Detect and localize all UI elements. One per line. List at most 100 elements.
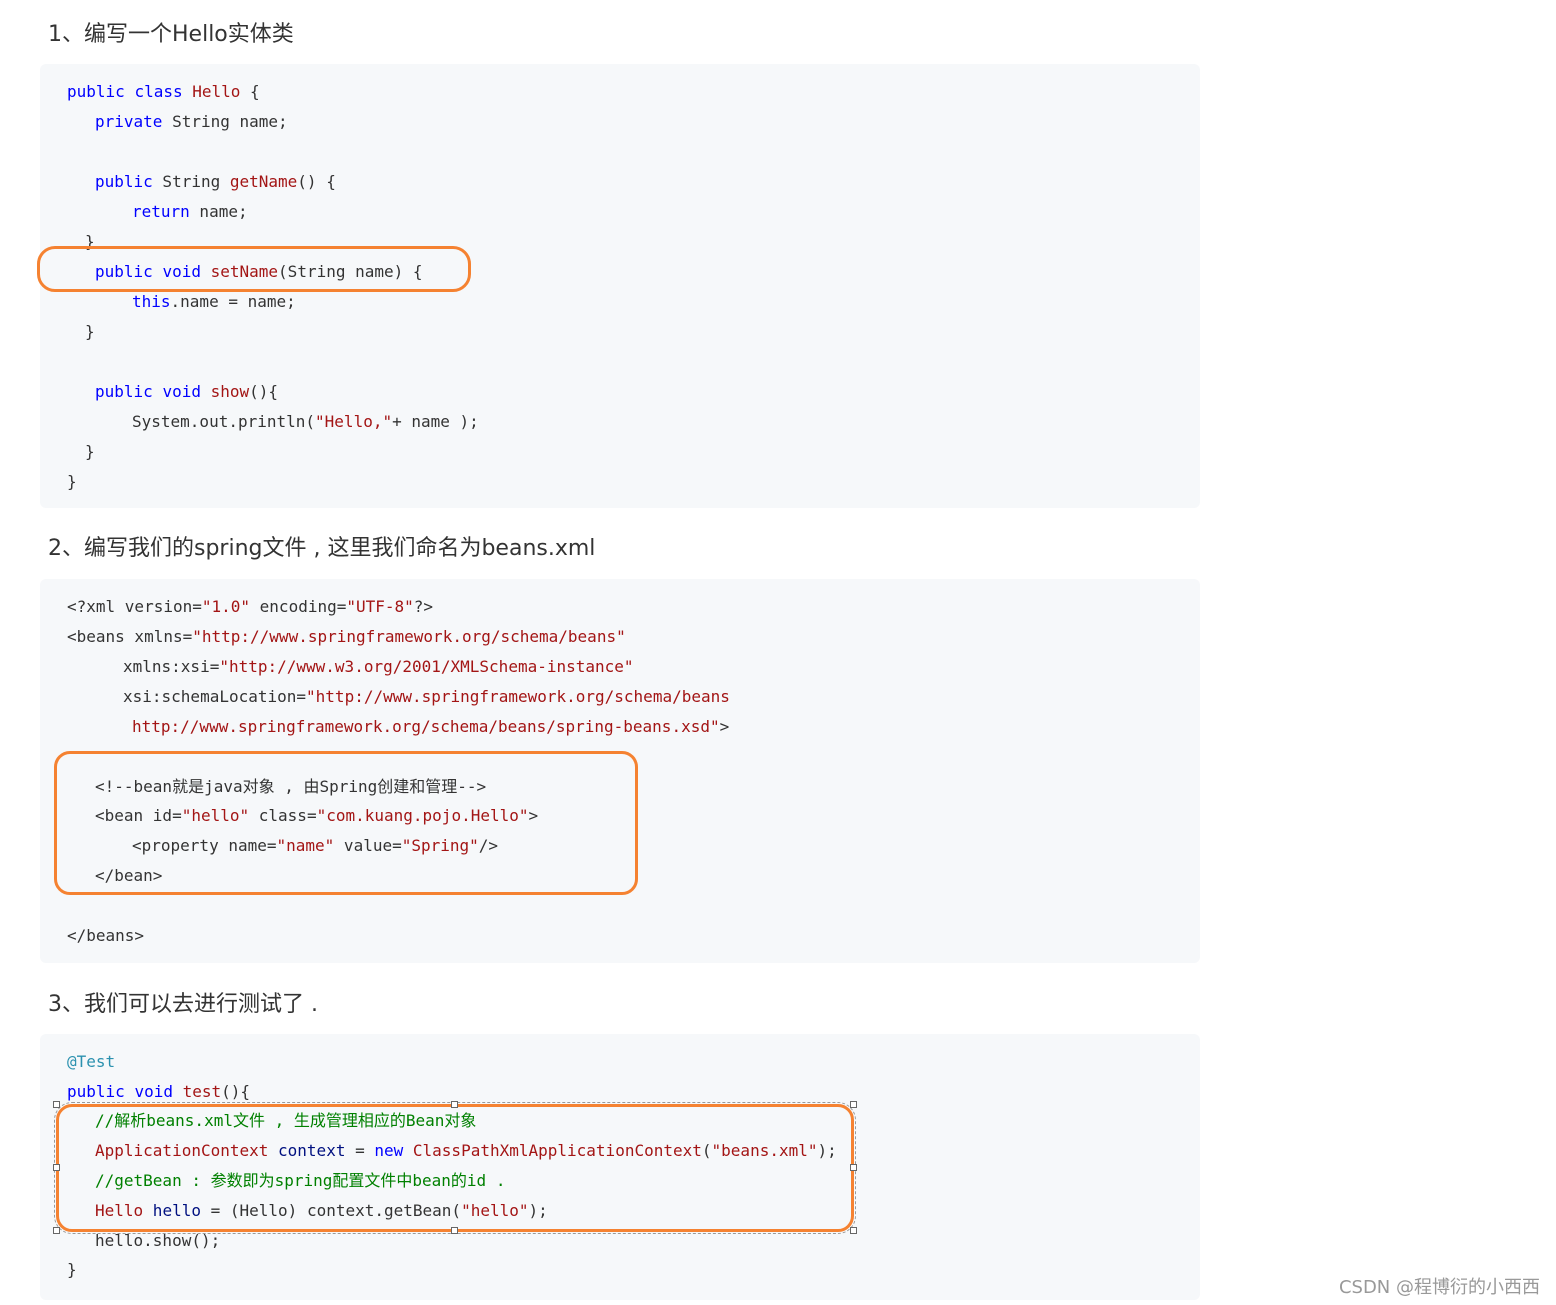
code-line: Hello hello = (Hello) context.getBean("h… <box>67 1201 548 1221</box>
code-text: = <box>345 1141 375 1160</box>
code-line: <?xml version="1.0" encoding="UTF-8"?> <box>67 597 433 617</box>
keyword: return <box>132 202 190 221</box>
keyword: public <box>95 172 153 191</box>
keyword: void <box>134 1082 173 1101</box>
code-text: <?xml version= <box>67 597 202 616</box>
resize-handle[interactable] <box>53 1227 60 1234</box>
string-literal: "http://www.springframework.org/schema/b… <box>192 627 626 646</box>
code-line: @Test <box>67 1052 115 1072</box>
code-line: </bean> <box>67 866 162 886</box>
code-line: public void setName(String name) { <box>67 262 423 282</box>
resize-handle[interactable] <box>53 1164 60 1171</box>
code-text: System.out.println( <box>132 412 316 431</box>
code-line: <!--bean就是java对象 , 由Spring创建和管理--> <box>67 777 486 797</box>
code-text: class= <box>249 806 317 825</box>
code-line: this.name = name; <box>67 292 296 312</box>
code-text: </bean> <box>95 866 163 885</box>
keyword: public <box>95 382 153 401</box>
code-text: (){ <box>249 382 279 401</box>
code-text: hello.show(); <box>95 1231 221 1250</box>
code-line: } <box>67 472 77 492</box>
method-name: show <box>210 382 250 401</box>
code-line: return name; <box>67 202 248 222</box>
code-text: String <box>152 172 230 191</box>
resize-handle[interactable] <box>53 1101 60 1108</box>
code-block-hello-class: public class Hello { private String name… <box>40 64 1200 508</box>
string-literal: "http://www.springframework.org/schema/b… <box>306 687 730 706</box>
code-block-test: @Test public void test(){ //解析beans.xml文… <box>40 1034 1200 1300</box>
code-text: name; <box>189 202 248 221</box>
resize-handle[interactable] <box>451 1227 458 1234</box>
code-line: http://www.springframework.org/schema/be… <box>67 717 729 737</box>
type-name: ClassPathXmlApplicationContext <box>403 1141 702 1160</box>
method-name: setName <box>210 262 279 281</box>
code-text: ); <box>817 1141 837 1160</box>
code-text: </beans> <box>67 926 145 945</box>
keyword: this <box>132 292 171 311</box>
string-literal: "http://www.w3.org/2001/XMLSchema-instan… <box>219 657 634 676</box>
code-line: } <box>67 442 95 462</box>
heading-step3: 3、我们可以去进行测试了 . <box>48 992 318 1017</box>
string-literal: "hello" <box>461 1201 529 1220</box>
code-comment: //解析beans.xml文件 , 生成管理相应的Bean对象 <box>95 1111 477 1130</box>
resize-handle[interactable] <box>850 1227 857 1234</box>
keyword: public <box>67 1082 125 1101</box>
heading-step1: 1、编写一个Hello实体类 <box>48 22 294 47</box>
code-line: //解析beans.xml文件 , 生成管理相应的Bean对象 <box>67 1111 476 1131</box>
code-text: encoding= <box>250 597 347 616</box>
code-text: ); <box>528 1201 548 1220</box>
code-text: String name; <box>162 112 288 131</box>
code-line: } <box>67 322 95 342</box>
keyword: void <box>162 382 201 401</box>
code-line: ApplicationContext context = new ClassPa… <box>67 1141 837 1161</box>
annotation: @Test <box>67 1052 116 1071</box>
code-text: /> <box>478 836 499 855</box>
code-line: </beans> <box>67 926 144 946</box>
code-line: public String getName() { <box>67 172 336 192</box>
keyword: void <box>162 262 201 281</box>
string-literal: "Spring" <box>401 836 479 855</box>
code-text: xsi:schemaLocation= <box>123 687 307 706</box>
variable-name: hello <box>143 1201 201 1220</box>
code-text: value= <box>334 836 402 855</box>
code-text: (){ <box>221 1082 251 1101</box>
code-line: xmlns:xsi="http://www.w3.org/2001/XMLSch… <box>67 657 634 677</box>
class-name: Hello <box>192 82 241 101</box>
code-text: } <box>85 442 95 461</box>
code-line: public void test(){ <box>67 1082 250 1102</box>
code-text: } <box>85 232 95 251</box>
variable-name: context <box>268 1141 346 1160</box>
method-name: test <box>182 1082 222 1101</box>
code-block-beans-xml: <?xml version="1.0" encoding="UTF-8"?> <… <box>40 579 1200 963</box>
code-text: xmlns:xsi= <box>123 657 220 676</box>
code-line: xsi:schemaLocation="http://www.springfra… <box>67 687 730 707</box>
string-literal: "hello" <box>181 806 250 825</box>
code-text: } <box>67 472 77 491</box>
code-line: } <box>67 1260 77 1280</box>
method-name: getName <box>229 172 298 191</box>
resize-handle[interactable] <box>850 1164 857 1171</box>
code-text: <bean id= <box>95 806 182 825</box>
code-line: System.out.println("Hello,"+ name ); <box>67 412 479 432</box>
string-literal: "name" <box>276 836 335 855</box>
code-text: (Hello) context.getBean( <box>229 1201 462 1220</box>
type-name: Hello <box>95 1201 144 1220</box>
code-line: <beans xmlns="http://www.springframework… <box>67 627 626 647</box>
code-text: { <box>240 82 260 101</box>
string-literal: "1.0" <box>201 597 251 616</box>
code-line: public void show(){ <box>67 382 278 402</box>
code-comment: //getBean : 参数即为spring配置文件中bean的id . <box>95 1171 506 1190</box>
code-text: <beans xmlns= <box>67 627 193 646</box>
string-literal: http://www.springframework.org/schema/be… <box>132 717 720 736</box>
code-text: ?> <box>413 597 434 616</box>
code-line: <property name="name" value="Spring"/> <box>67 836 498 856</box>
keyword: class <box>134 82 183 101</box>
type-name: ApplicationContext <box>95 1141 269 1160</box>
code-text: (String name) { <box>278 262 423 281</box>
resize-handle[interactable] <box>451 1101 458 1108</box>
resize-handle[interactable] <box>850 1101 857 1108</box>
string-literal: "beans.xml" <box>711 1141 818 1160</box>
keyword: public <box>95 262 153 281</box>
string-literal: "UTF-8" <box>346 597 414 616</box>
code-text: + name ); <box>392 412 479 431</box>
